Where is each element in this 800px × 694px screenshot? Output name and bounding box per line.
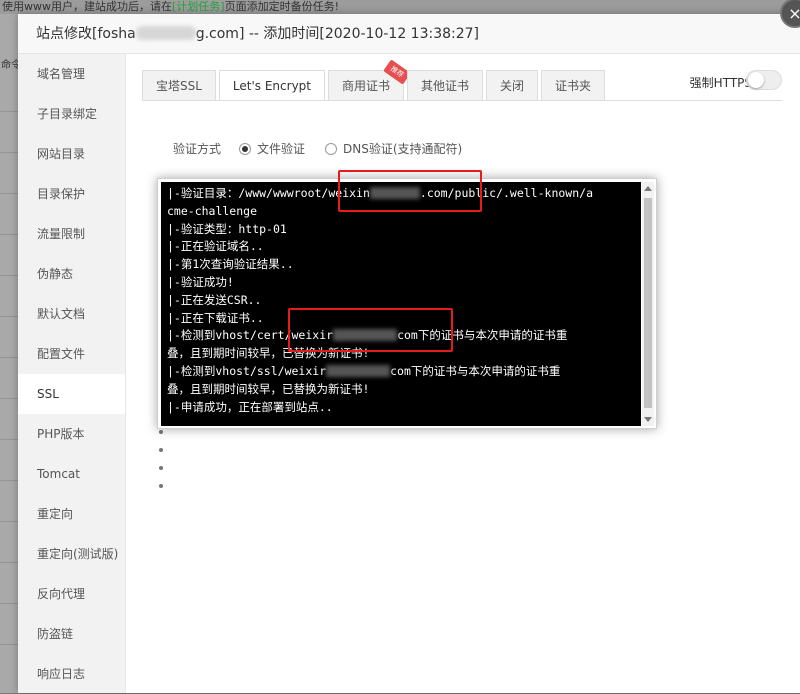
log-line: |-验证成功! (167, 274, 234, 289)
force-https-toggle[interactable] (746, 70, 782, 90)
tab-lets-encrypt[interactable]: Let's Encrypt (218, 70, 325, 101)
tab-close[interactable]: 关闭 (486, 70, 539, 101)
log-line: |-正在验证域名.. (167, 239, 264, 254)
backdrop-notice-link[interactable]: [计划任务] (172, 0, 225, 13)
log-popup: |-验证目录：/www/wwwroot/weixin .com/public/.w… (157, 178, 657, 429)
tab-commercial-cert-label: 商用证书 (342, 79, 391, 93)
tab-cert-folder[interactable]: 证书夹 (541, 70, 606, 101)
site-edit-modal: 站点修改[fosha g.com] -- 添加时间[2020-10-12 13:3… (18, 0, 800, 693)
log-line: |-第1次查询验证结果.. (167, 257, 294, 272)
sidebar-item-domain[interactable]: 域名管理 (18, 54, 125, 94)
sidebar-item-default-doc[interactable]: 默认文档 (18, 294, 125, 334)
sidebar-item-subdir[interactable]: 子目录绑定 (18, 94, 125, 134)
verify-option-file-label: 文件验证 (257, 142, 306, 156)
scroll-down-icon[interactable] (644, 417, 652, 422)
backdrop-left-text: 命令 (1, 60, 18, 71)
verify-method-label: 验证方式 (173, 142, 222, 156)
highlight-box-verify-dir (338, 170, 482, 212)
sidebar-item-reverse-proxy[interactable]: 反向代理 (18, 574, 125, 614)
tab-bt-ssl[interactable]: 宝塔SSL (142, 70, 216, 101)
backdrop-notice-prefix: 使用www用户，建站成功后，请在 (2, 0, 172, 13)
sidebar-item-tomcat[interactable]: Tomcat (18, 454, 125, 494)
sidebar: 域名管理 子目录绑定 网站目录 目录保护 流量限制 伪静态 默认文档 配置文件 … (18, 54, 126, 693)
log-terminal: |-验证目录：/www/wwwroot/weixin .com/public/.w… (161, 182, 641, 426)
close-icon[interactable]: × (780, 0, 800, 28)
backdrop-notice: 使用www用户，建站成功后，请在[计划任务]页面添加定时备份任务! (0, 0, 800, 14)
verify-option-dns[interactable]: DNS验证(支持通配符) (325, 140, 462, 157)
sidebar-item-response-log[interactable]: 响应日志 (18, 654, 125, 694)
sidebar-item-ssl[interactable]: SSL (18, 374, 125, 414)
force-https-label: 强制HTTPS (689, 76, 752, 90)
log-line-text: com下的证书与本次申请的证书重 (390, 363, 561, 378)
sidebar-item-redirect[interactable]: 重定向 (18, 494, 125, 534)
redacted-text (326, 364, 391, 377)
radio-dns[interactable] (325, 142, 338, 155)
modal-title-suffix: g.com] -- 添加时间[2020-10-12 13:38:27] (195, 26, 480, 42)
highlight-box-cert-path (288, 308, 453, 352)
log-line: 叠，且到期时间较早，已替换为新证书! (167, 381, 370, 396)
scroll-up-icon[interactable] (644, 186, 652, 191)
log-line: |-验证类型：http-01 (167, 221, 287, 236)
sidebar-item-rewrite[interactable]: 伪静态 (18, 254, 125, 294)
tab-commercial-cert[interactable]: 商用证书 推荐 (328, 59, 411, 101)
verify-method-row: 验证方式 文件验证 DNS验证(支持通配符) (173, 140, 482, 157)
sidebar-item-config-file[interactable]: 配置文件 (18, 334, 125, 374)
verify-option-dns-label: DNS验证(支持通配符) (343, 142, 463, 156)
log-scrollbar[interactable] (642, 182, 654, 426)
scroll-thumb[interactable] (644, 198, 652, 408)
sidebar-item-traffic-limit[interactable]: 流量限制 (18, 214, 125, 254)
tabs-divider (142, 100, 782, 101)
tab-other-cert[interactable]: 其他证书 (407, 70, 484, 101)
modal-title: 站点修改[fosha g.com] -- 添加时间[2020-10-12 13:3… (18, 0, 800, 54)
log-line: |-正在发送CSR.. (167, 292, 262, 307)
sidebar-item-site-dir[interactable]: 网站目录 (18, 134, 125, 174)
sidebar-item-dir-protect[interactable]: 目录保护 (18, 174, 125, 214)
redacted-domain (135, 26, 196, 40)
log-line: |-检测到vhost/ssl/weixir com下的证书与本次申请的证书重 (167, 363, 635, 381)
sidebar-item-redirect-beta[interactable]: 重定向(测试版) (18, 534, 125, 574)
radio-file[interactable] (239, 142, 252, 155)
ssl-tabs: 宝塔SSL Let's Encrypt 商用证书 推荐 其他证书 关闭 证书夹 (142, 59, 608, 101)
log-line: |-申请成功，正在部署到站点.. (167, 399, 333, 414)
backdrop-left-panel: 命令 (0, 14, 18, 693)
verify-option-file[interactable]: 文件验证 (239, 140, 305, 157)
backdrop-notice-suffix: 页面添加定时备份任务! (224, 0, 340, 13)
sidebar-item-hotlink[interactable]: 防盗链 (18, 614, 125, 654)
sidebar-item-php-version[interactable]: PHP版本 (18, 414, 125, 454)
log-line-text: |-检测到vhost/ssl/weixir (167, 363, 327, 378)
modal-title-prefix: 站点修改[fosha (36, 26, 136, 42)
toggle-knob (748, 72, 764, 88)
